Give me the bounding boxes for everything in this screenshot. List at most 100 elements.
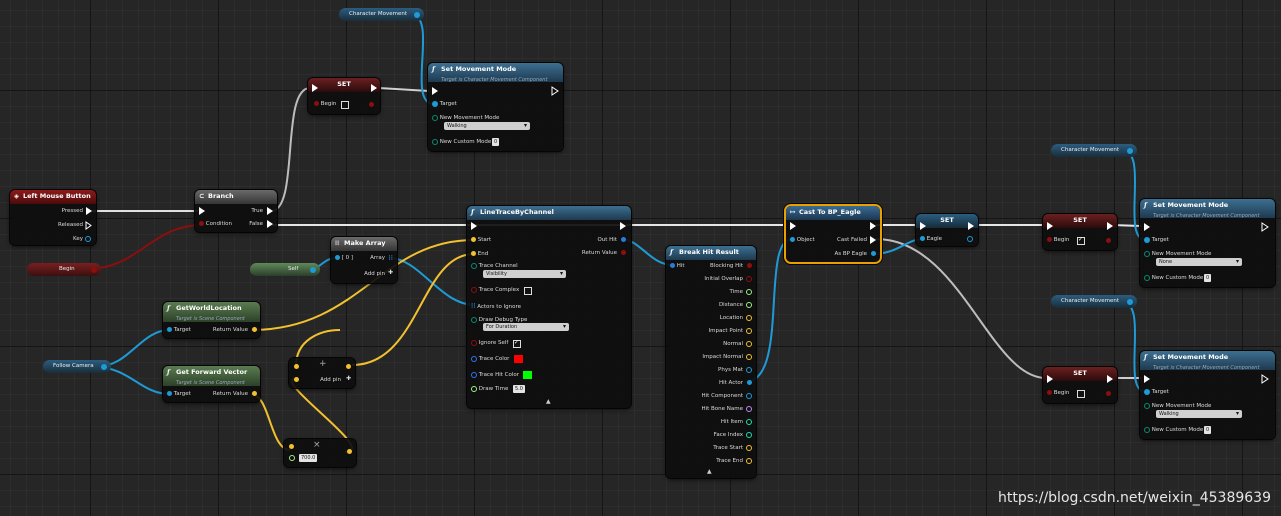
make-array-node[interactable]: ⁝⁝ Make Array [ 0 ] Array ⁞⁞ Add pin ✚	[331, 237, 397, 283]
array-pin[interactable]: ⁞⁞	[471, 302, 475, 310]
object-pin[interactable]	[310, 266, 316, 273]
object-pin[interactable]	[101, 363, 107, 370]
exec-out-pin[interactable]	[371, 84, 377, 92]
self-variable[interactable]: Self	[250, 263, 320, 276]
float-pin[interactable]	[289, 455, 295, 461]
movement-mode-dropdown[interactable]: Walking	[444, 122, 530, 130]
struct-pin[interactable]	[670, 263, 675, 268]
object-pin[interactable]	[871, 251, 876, 256]
object-pin[interactable]	[167, 391, 172, 396]
vector-pin[interactable]	[471, 251, 476, 256]
set-begin-node-mid[interactable]: SET Begin	[1043, 214, 1117, 250]
true-exec-pin[interactable]	[267, 207, 273, 215]
output-pin[interactable]	[746, 393, 752, 399]
character-movement-variable[interactable]: Character Movement	[339, 8, 424, 21]
output-pin[interactable]	[746, 432, 752, 438]
set-movement-mode-node-right-1[interactable]: ƒ Set Movement Mode Target is Character Mo…	[1140, 199, 1275, 287]
object-pin[interactable]	[920, 236, 925, 241]
condition-pin[interactable]	[199, 221, 204, 226]
byte-pin[interactable]	[471, 316, 477, 323]
exec-in-pin[interactable]	[471, 222, 477, 230]
exec-in-pin[interactable]	[1144, 375, 1150, 383]
trace-color-swatch[interactable]	[514, 355, 523, 363]
output-pin[interactable]	[746, 341, 752, 347]
output-pin[interactable]	[746, 458, 752, 464]
float-input[interactable]: 700.0	[299, 454, 318, 462]
exec-out-pin[interactable]	[870, 222, 876, 230]
exec-in-pin[interactable]	[1047, 375, 1053, 383]
float-pin[interactable]	[471, 385, 477, 392]
output-pin[interactable]	[746, 445, 752, 451]
draw-debug-type-dropdown[interactable]: For Duration	[483, 323, 569, 331]
break-hit-result-node[interactable]: ƒ Break Hit Result Hit Blocking Hit Initia…	[666, 246, 756, 478]
line-trace-by-channel-node[interactable]: ƒ LineTraceByChannel Start End Trace Chan…	[467, 206, 631, 408]
add-pin-icon[interactable]: ✚	[346, 375, 351, 382]
set-begin-node[interactable]: SET Begin	[308, 78, 380, 114]
vector-multiply-node[interactable]: × 700.0	[284, 439, 356, 467]
output-pin[interactable]	[746, 367, 752, 373]
object-pin[interactable]	[790, 237, 795, 242]
object-pin[interactable]	[1127, 298, 1133, 305]
bool-pin[interactable]	[1047, 390, 1052, 395]
output-pin[interactable]	[746, 289, 752, 295]
linear-color-pin[interactable]	[471, 355, 477, 362]
exec-in-pin[interactable]	[1144, 223, 1150, 231]
byte-pin[interactable]	[1144, 402, 1150, 409]
character-movement-variable-right-1[interactable]: Character Movement	[1051, 144, 1137, 157]
movement-mode-dropdown[interactable]: None	[1156, 258, 1242, 266]
add-pin-icon[interactable]: ✚	[388, 269, 393, 276]
struct-pin[interactable]	[621, 237, 626, 242]
bool-out-pin[interactable]	[1106, 238, 1111, 243]
output-pin[interactable]	[747, 380, 752, 385]
output-pin[interactable]	[746, 315, 752, 321]
byte-pin[interactable]	[432, 114, 438, 121]
custom-mode-input[interactable]: 0	[1204, 426, 1212, 434]
set-movement-mode-node-right-2[interactable]: ƒ Set Movement Mode Target is Character Mo…	[1140, 351, 1275, 439]
output-pin[interactable]	[746, 419, 752, 425]
begin-checkbox[interactable]	[1077, 390, 1085, 398]
set-begin-node-low[interactable]: SET Begin	[1043, 367, 1117, 403]
linear-color-pin[interactable]	[471, 371, 477, 378]
get-world-location-node[interactable]: ƒ GetWorldLocation Target is Scene Compone…	[163, 302, 260, 338]
object-pin[interactable]	[414, 11, 420, 18]
false-exec-pin[interactable]	[267, 220, 273, 228]
object-out-pin[interactable]	[967, 236, 973, 242]
output-pin[interactable]	[746, 276, 752, 282]
cast-failed-exec-pin[interactable]	[870, 236, 876, 244]
vector-pin[interactable]	[294, 364, 299, 369]
object-pin[interactable]	[335, 255, 340, 260]
byte-pin[interactable]	[432, 138, 438, 145]
custom-mode-input[interactable]: 0	[1204, 274, 1212, 282]
byte-pin[interactable]	[1144, 250, 1150, 257]
array-grid-pin[interactable]: ⁞⁞	[389, 254, 393, 262]
branch-node[interactable]: ⊂ Branch Condition True False	[195, 190, 277, 232]
bool-pin[interactable]	[471, 286, 477, 293]
draw-time-input[interactable]: 5.0	[513, 385, 525, 393]
exec-out-pin[interactable]	[620, 222, 626, 230]
trace-hit-color-swatch[interactable]	[523, 371, 532, 379]
output-pin[interactable]	[746, 302, 752, 308]
vector-pin[interactable]	[294, 377, 299, 382]
bool-pin[interactable]	[621, 250, 626, 255]
exec-out-pin[interactable]	[1107, 375, 1113, 383]
bool-pin[interactable]	[91, 266, 97, 273]
exec-out-pin[interactable]	[1261, 222, 1269, 232]
bool-pin[interactable]	[1047, 237, 1052, 242]
begin-variable[interactable]: Begin	[27, 263, 101, 276]
output-pin[interactable]	[746, 406, 752, 412]
vector-out-pin[interactable]	[346, 364, 351, 369]
exec-in-pin[interactable]	[1047, 222, 1053, 230]
byte-pin[interactable]	[1144, 274, 1150, 281]
object-pin[interactable]	[432, 100, 438, 107]
get-forward-vector-node[interactable]: ƒ Get Forward Vector Target is Scene Compo…	[163, 366, 260, 402]
output-pin[interactable]	[747, 263, 752, 268]
trace-channel-dropdown[interactable]: Visibility	[483, 270, 566, 278]
exec-in-pin[interactable]	[199, 207, 205, 215]
output-pin[interactable]	[746, 328, 752, 334]
exec-in-pin[interactable]	[790, 222, 796, 230]
object-pin[interactable]	[1127, 147, 1133, 154]
vector-out-pin[interactable]	[347, 449, 352, 454]
exec-out-pin[interactable]	[968, 222, 974, 230]
vector-pin[interactable]	[252, 327, 257, 332]
object-pin[interactable]	[167, 327, 172, 332]
